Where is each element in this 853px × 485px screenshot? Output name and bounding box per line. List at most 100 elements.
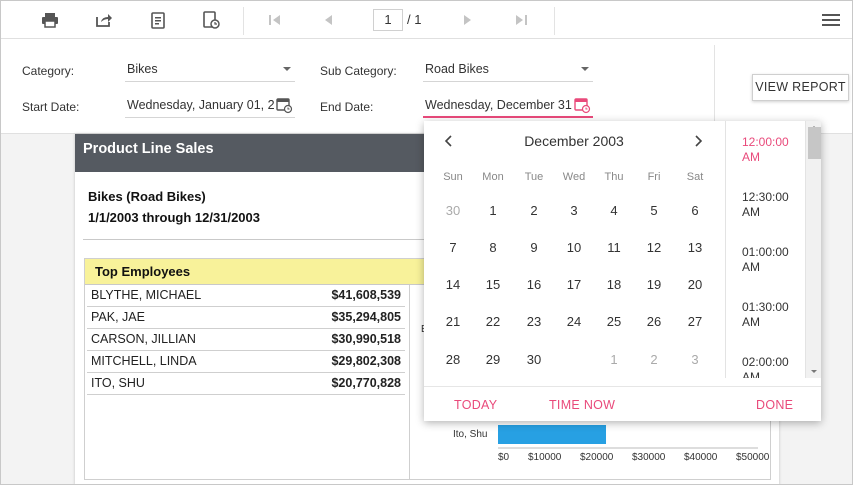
chevron-right-icon[interactable] — [690, 132, 706, 150]
weekday-label: Wed — [562, 171, 586, 183]
calendar-day[interactable]: 6 — [675, 196, 715, 226]
calendar-day-number: 25 — [606, 314, 622, 329]
time-now-button[interactable]: TIME NOW — [549, 398, 615, 412]
chart-x-tick-label: $10000 — [528, 452, 562, 463]
time-period: AM — [742, 315, 760, 329]
time-option-selected[interactable]: 12:00:00 AM — [742, 135, 802, 165]
calendar-icon[interactable] — [275, 96, 295, 116]
time-option[interactable]: 02:00:00 AM — [742, 355, 802, 378]
calendar-day[interactable]: 1 — [594, 345, 634, 375]
calendar-day[interactable]: 29 — [473, 345, 513, 375]
calendar-day[interactable]: 1 — [473, 196, 513, 226]
calendar-day[interactable]: 30 — [433, 196, 473, 226]
calendar-day-number: 20 — [687, 277, 703, 292]
chart-x-tick-label: $50000 — [736, 452, 770, 463]
calendar-day[interactable]: 11 — [594, 233, 634, 263]
print-layout-icon[interactable] — [200, 9, 222, 31]
previous-page-icon[interactable] — [317, 9, 339, 31]
view-report-button[interactable]: VIEW REPORT — [752, 74, 849, 101]
page-setup-icon[interactable] — [147, 9, 169, 31]
calendar-day[interactable]: 27 — [675, 307, 715, 337]
calendar-day[interactable]: 28 — [433, 345, 473, 375]
time-option[interactable]: 01:00:00 AM — [742, 245, 802, 275]
report-subtitle: Bikes (Road Bikes) — [88, 189, 206, 204]
time-option[interactable]: 01:30:00 AM — [742, 300, 802, 330]
done-button[interactable]: DONE — [756, 398, 793, 412]
calendar-day[interactable]: 17 — [554, 270, 594, 300]
calendar-day[interactable]: 30 — [514, 345, 554, 375]
scroll-down-icon[interactable] — [806, 364, 821, 378]
calendar-day[interactable]: 16 — [514, 270, 554, 300]
chart-x-tick-label: $40000 — [684, 452, 718, 463]
calendar-day[interactable]: 15 — [473, 270, 513, 300]
time-option[interactable]: 12:30:00 AM — [742, 190, 802, 220]
calendar-day[interactable]: 12 — [634, 233, 674, 263]
start-date-value: Wednesday, January 01, 2003 — [127, 98, 295, 112]
calendar-day[interactable]: 14 — [433, 270, 473, 300]
page-number-input[interactable]: 1 — [373, 9, 403, 31]
calendar-icon[interactable] — [573, 96, 593, 116]
time-value: 12:00:00 — [742, 135, 789, 149]
calendar-day[interactable]: 8 — [473, 233, 513, 263]
calendar-day-number: 21 — [445, 314, 461, 329]
chart-category-label: Ito, Shu — [453, 429, 488, 440]
calendar-day-number: 22 — [485, 314, 501, 329]
calendar-day[interactable]: 19 — [634, 270, 674, 300]
end-date-label: End Date: — [320, 100, 374, 114]
employee-sales: $35,294,805 — [331, 310, 401, 324]
calendar-day[interactable]: 3 — [675, 345, 715, 375]
calendar-day-number: 18 — [606, 277, 622, 292]
first-page-icon[interactable] — [264, 9, 286, 31]
start-date-input[interactable]: Wednesday, January 01, 2003 — [125, 94, 295, 118]
report-date-range: 1/1/2003 through 12/31/2003 — [88, 210, 260, 225]
calendar-day[interactable]: 2 — [634, 345, 674, 375]
subcategory-dropdown[interactable]: Road Bikes — [423, 58, 593, 82]
calendar-day-number: 31 — [566, 352, 582, 367]
calendar-day-number: 19 — [646, 277, 662, 292]
calendar-day[interactable]: 23 — [514, 307, 554, 337]
calendar-day-number: 13 — [687, 240, 703, 255]
time-scrollbar[interactable] — [805, 121, 821, 378]
calendar-day[interactable]: 21 — [433, 307, 473, 337]
calendar-day[interactable]: 24 — [554, 307, 594, 337]
calendar-day[interactable]: 5 — [634, 196, 674, 226]
scrollbar-thumb[interactable] — [808, 127, 821, 159]
last-page-icon[interactable] — [510, 9, 532, 31]
calendar-day[interactable]: 7 — [433, 233, 473, 263]
weekday-label: Fri — [647, 171, 661, 183]
calendar-day-number: 16 — [526, 277, 542, 292]
print-icon[interactable] — [39, 9, 61, 31]
category-value: Bikes — [127, 62, 158, 76]
next-page-icon[interactable] — [457, 9, 479, 31]
calendar-day[interactable]: 22 — [473, 307, 513, 337]
menu-icon[interactable] — [820, 9, 842, 31]
calendar-day[interactable]: 9 — [514, 233, 554, 263]
calendar-day-number: 23 — [526, 314, 542, 329]
calendar-day[interactable]: 26 — [634, 307, 674, 337]
calendar-day-number: 5 — [650, 203, 658, 218]
calendar-day[interactable]: 18 — [594, 270, 634, 300]
chart-bar — [498, 425, 607, 444]
calendar-day[interactable]: 2 — [514, 196, 554, 226]
today-button[interactable]: TODAY — [454, 398, 497, 412]
calendar-day[interactable]: 4 — [594, 196, 634, 226]
calendar-day-number: 26 — [646, 314, 662, 329]
calendar-day[interactable]: 25 — [594, 307, 634, 337]
export-icon[interactable] — [93, 9, 115, 31]
calendar-day[interactable]: 10 — [554, 233, 594, 263]
calendar-day-number: 2 — [530, 203, 538, 218]
calendar-day[interactable]: 13 — [675, 233, 715, 263]
calendar-day-number: 6 — [691, 203, 699, 218]
calendar-day[interactable]: 20 — [675, 270, 715, 300]
end-date-input[interactable]: Wednesday, December 31, 2003 — [423, 94, 593, 118]
calendar-day-number: 4 — [610, 203, 618, 218]
calendar-day[interactable]: 3 — [554, 196, 594, 226]
calendar-day-selected[interactable]: 31 — [554, 342, 594, 378]
category-dropdown[interactable]: Bikes — [125, 58, 295, 82]
popup-footer-divider — [424, 386, 821, 387]
calendar-day-number: 2 — [650, 352, 658, 367]
employee-name: CARSON, JILLIAN — [91, 332, 196, 346]
datetime-picker-popup: December 2003 Sun Mon Tue Wed Thu Fri Sat 30 1 2… — [424, 121, 821, 421]
calendar-day-number: 30 — [445, 203, 461, 218]
calendar-day-number: 14 — [445, 277, 461, 292]
